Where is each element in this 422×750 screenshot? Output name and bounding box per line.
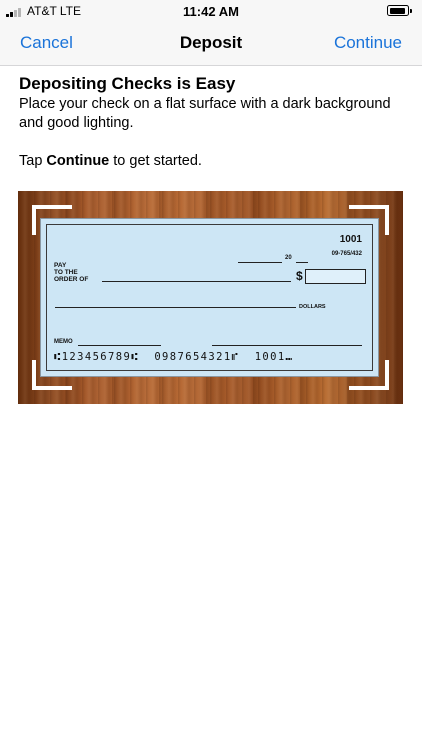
check-border: 1001 09-765/432 20 PAY TO THE ORDER OF $… — [46, 224, 373, 371]
check-number: 1001 — [339, 234, 362, 245]
date-line — [238, 262, 282, 263]
signature-line — [212, 345, 362, 346]
routing-fraction: 09-765/432 — [331, 251, 362, 257]
pay-to-label: PAY TO THE ORDER OF — [54, 262, 89, 283]
tip-prefix: Tap — [19, 153, 47, 169]
dollars-label: DOLLARS — [299, 304, 326, 310]
instructions-tip: Tap Continue to get started. — [19, 152, 408, 171]
amount-box — [305, 269, 366, 284]
date-year: 20 — [285, 255, 292, 261]
micr-line: ⑆123456789⑆ 0987654321⑈ 1001⑉ — [54, 351, 294, 363]
tip-continue-emphasis: Continue — [46, 153, 110, 169]
continue-button[interactable]: Continue — [334, 33, 402, 53]
sample-check: 1001 09-765/432 20 PAY TO THE ORDER OF $… — [40, 218, 379, 377]
amount-words-line — [55, 307, 296, 308]
status-bar: AT&T LTE 11:42 AM — [0, 0, 422, 22]
memo-label: MEMO — [54, 339, 73, 345]
instructions-description: Place your check on a flat surface with … — [19, 96, 391, 131]
instructions: Depositing Checks is Easy Place your che… — [19, 74, 408, 171]
date-line-year — [296, 262, 308, 263]
payee-line — [102, 281, 291, 282]
tip-suffix: to get started. — [109, 153, 202, 169]
instructions-heading: Depositing Checks is Easy — [19, 74, 236, 93]
status-time: 11:42 AM — [183, 4, 239, 19]
dollar-sign: $ — [296, 269, 303, 283]
check-illustration: 1001 09-765/432 20 PAY TO THE ORDER OF $… — [18, 191, 403, 404]
memo-line — [78, 345, 161, 346]
battery-icon — [387, 5, 412, 16]
navigation-bar: Cancel Deposit Continue — [0, 22, 422, 66]
